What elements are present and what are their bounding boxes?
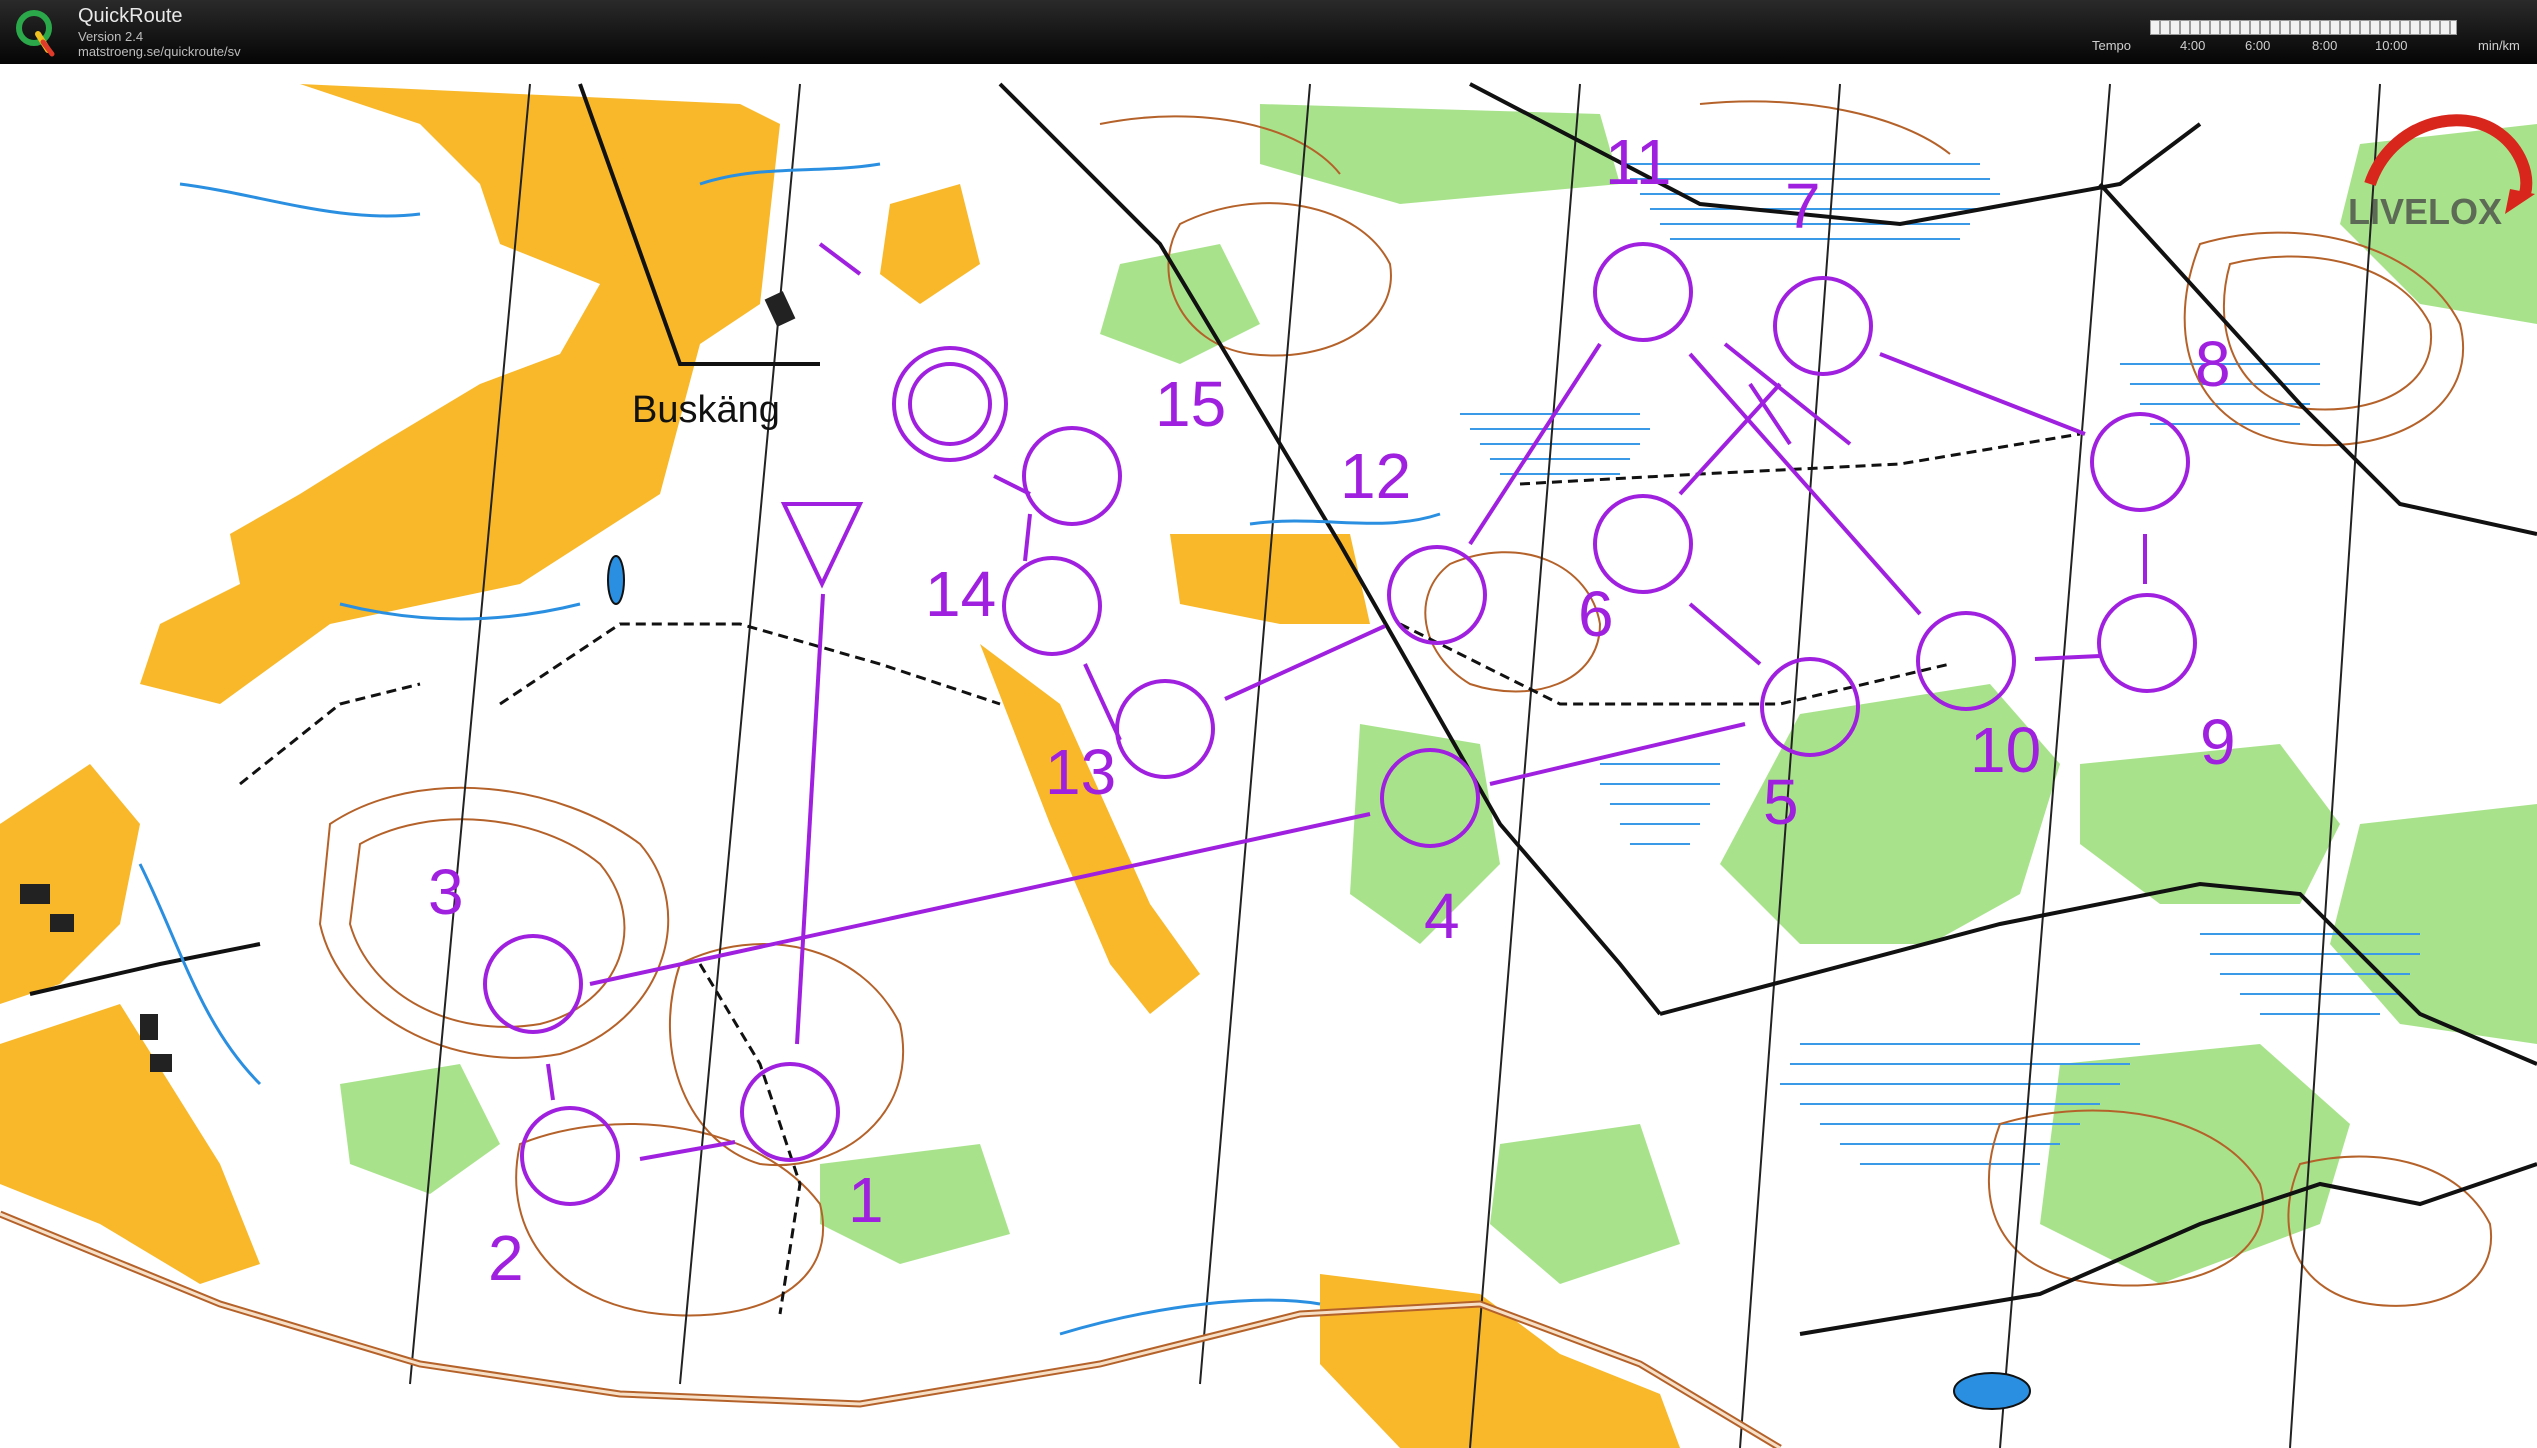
control-number-12: 12 xyxy=(1340,440,1411,512)
control-number-1: 1 xyxy=(848,1164,884,1236)
control-number-4: 4 xyxy=(1424,880,1460,952)
livelox-watermark: LIVELOX xyxy=(2348,191,2502,232)
control-circle-9 xyxy=(2097,593,2197,693)
unmapped-area xyxy=(0,84,300,364)
tempo-tick: 4:00 xyxy=(2180,38,2206,53)
control-circle-8 xyxy=(2090,412,2190,512)
control-circle-15 xyxy=(1022,426,1122,526)
control-number-13: 13 xyxy=(1045,736,1116,808)
control-number-14: 14 xyxy=(925,558,996,630)
control-circle-2 xyxy=(520,1106,620,1206)
control-number-6: 6 xyxy=(1578,578,1614,650)
place-name-label: Buskäng xyxy=(632,389,780,431)
tempo-tick: 8:00 xyxy=(2312,38,2338,53)
map-canvas[interactable]: 1 2 3 4 5 6 7 8 9 10 11 12 13 14 15 Busk… xyxy=(0,64,2537,1448)
control-number-3: 3 xyxy=(428,856,464,928)
tempo-tick: 6:00 xyxy=(2245,38,2271,53)
control-number-7: 7 xyxy=(1785,170,1821,242)
orienteering-map[interactable]: 1 2 3 4 5 6 7 8 9 10 11 12 13 14 15 Busk… xyxy=(0,64,2537,1448)
tempo-unit: min/km xyxy=(2478,38,2520,53)
control-circle-12 xyxy=(1387,545,1487,645)
control-number-15: 15 xyxy=(1155,368,1226,440)
title-bar: QuickRoute Version 2.4 matstroeng.se/qui… xyxy=(0,0,2537,64)
control-number-8: 8 xyxy=(2195,328,2231,400)
control-number-2: 2 xyxy=(488,1222,524,1294)
control-number-11: 11 xyxy=(1605,126,1671,198)
control-circle-11 xyxy=(1593,242,1693,342)
app-title: QuickRoute xyxy=(78,5,183,27)
control-circle-1 xyxy=(740,1062,840,1162)
control-circle-13 xyxy=(1115,679,1215,779)
tempo-label: Tempo xyxy=(2092,38,2132,53)
small-pond xyxy=(607,555,625,605)
finish-circle-inner xyxy=(908,362,992,446)
control-number-5: 5 xyxy=(1763,766,1799,838)
control-number-10: 10 xyxy=(1970,714,2041,786)
tempo-color-scale xyxy=(2150,20,2457,35)
start-triangle xyxy=(780,502,864,589)
control-number-9: 9 xyxy=(2200,706,2236,778)
marsh-areas xyxy=(1460,163,2420,1165)
quickroute-logo-icon xyxy=(16,10,55,57)
control-circle-14 xyxy=(1002,556,1102,656)
app-version: Version 2.4 xyxy=(78,29,144,44)
app-url: matstroeng.se/quickroute/sv xyxy=(78,44,241,59)
small-lake xyxy=(1953,1372,2031,1410)
control-circle-3 xyxy=(483,934,583,1034)
tempo-tick: 10:00 xyxy=(2375,38,2408,53)
